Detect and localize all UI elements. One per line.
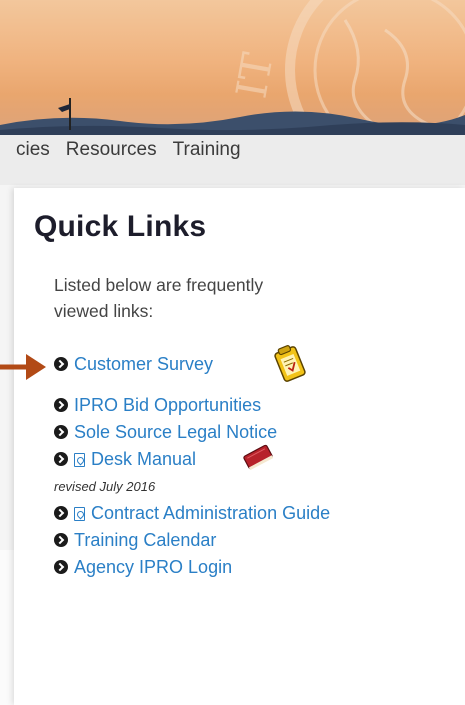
link-row-contract-guide: Contract Administration Guide (54, 500, 334, 527)
link-row-customer-survey: Customer Survey (54, 345, 334, 382)
link-row-sole-source: Sole Source Legal Notice (54, 419, 334, 446)
pdf-icon (74, 507, 85, 521)
nav-item-training[interactable]: Training (173, 139, 241, 161)
link-row-training-calendar: Training Calendar (54, 527, 334, 554)
svg-text:IT: IT (227, 49, 283, 101)
training-calendar-link[interactable]: Training Calendar (74, 530, 216, 550)
chevron-right-icon (54, 506, 68, 520)
link-row-ipro-bid: IPRO Bid Opportunities (54, 392, 334, 419)
survey-clipboard-icon[interactable] (272, 344, 308, 384)
desk-manual-revised-note: revised July 2016 (54, 479, 156, 494)
quick-links-intro: Listed below are frequently viewed links… (54, 275, 264, 321)
link-row-agency-ipro-login: Agency IPRO Login (54, 554, 334, 581)
contract-administration-guide-link[interactable]: Contract Administration Guide (91, 503, 330, 523)
chevron-right-icon (54, 560, 68, 574)
header-banner: IT (0, 0, 465, 135)
link-row-desk-manual: Desk Manual (54, 444, 334, 473)
pointer-arrow-icon (0, 354, 46, 380)
red-book-icon[interactable] (240, 442, 276, 472)
quick-links-panel: Quick Links Listed below are frequently … (14, 188, 465, 705)
flag-icon (58, 98, 71, 130)
chevron-right-icon (54, 398, 68, 412)
customer-survey-link[interactable]: Customer Survey (74, 354, 213, 374)
pdf-icon (74, 453, 85, 467)
nav-item-resources[interactable]: Resources (66, 139, 157, 161)
agency-ipro-login-link[interactable]: Agency IPRO Login (74, 557, 232, 577)
quick-links-list: Customer Survey IPRO Bid Opportunities S… (54, 345, 334, 581)
chevron-right-icon (54, 452, 68, 466)
chevron-right-icon (54, 357, 68, 371)
main-navigation: cies Resources Training (0, 135, 465, 185)
desk-manual-link[interactable]: Desk Manual (91, 449, 196, 469)
sole-source-legal-notice-link[interactable]: Sole Source Legal Notice (74, 422, 277, 442)
chevron-right-icon (54, 425, 68, 439)
nav-item-agencies[interactable]: cies (16, 139, 50, 161)
chevron-right-icon (54, 533, 68, 547)
quick-links-title: Quick Links (34, 210, 207, 243)
ipro-bid-opportunities-link[interactable]: IPRO Bid Opportunities (74, 395, 261, 415)
